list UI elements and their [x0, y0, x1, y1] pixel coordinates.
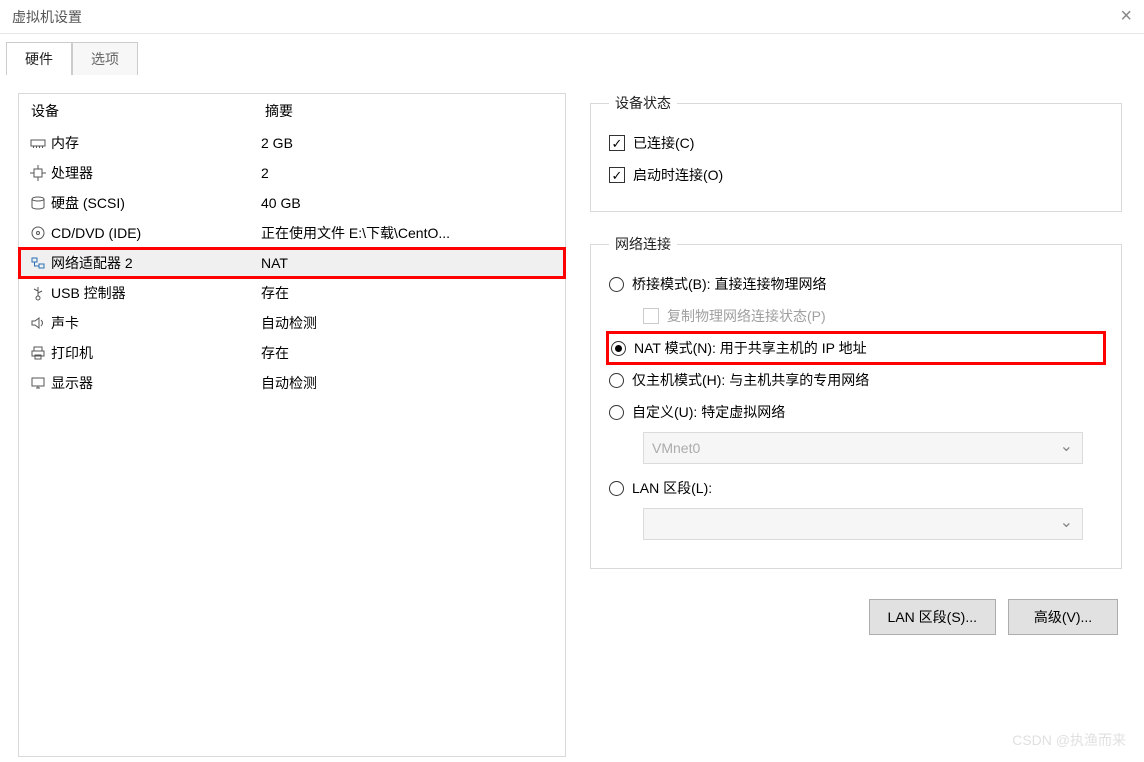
- radio-icon: [609, 277, 624, 292]
- header-summary: 摘要: [265, 101, 555, 121]
- device-list-pane: 设备 摘要 内存2 GB处理器2硬盘 (SCSI)40 GBCD/DVD (ID…: [18, 93, 566, 757]
- network-connection-group: 网络连接 桥接模式(B): 直接连接物理网络 复制物理网络连接状态(P) NAT…: [590, 234, 1122, 569]
- custom-vmnet-select: VMnet0: [643, 432, 1083, 464]
- custom-label: 自定义(U): 特定虚拟网络: [632, 402, 785, 422]
- device-status-group: 设备状态 已连接(C) 启动时连接(O): [590, 93, 1122, 212]
- device-name: 显示器: [49, 373, 261, 393]
- device-summary: 40 GB: [261, 195, 559, 211]
- lan-segment-label: LAN 区段(L):: [632, 478, 712, 498]
- radio-icon: [611, 341, 626, 356]
- custom-select-row: VMnet0: [643, 432, 1103, 464]
- device-name: CD/DVD (IDE): [49, 225, 261, 241]
- device-row[interactable]: USB 控制器存在: [19, 278, 565, 308]
- printer-icon: [27, 345, 49, 361]
- device-list-header: 设备 摘要: [19, 94, 565, 128]
- radio-bridged[interactable]: 桥接模式(B): 直接连接物理网络: [609, 268, 1103, 300]
- title-bar: 虚拟机设置 ×: [0, 0, 1144, 34]
- device-name: USB 控制器: [49, 283, 261, 303]
- window-title: 虚拟机设置: [12, 7, 82, 27]
- checkbox-icon: [609, 135, 625, 151]
- radio-icon: [609, 481, 624, 496]
- main-content: 设备 摘要 内存2 GB处理器2硬盘 (SCSI)40 GBCD/DVD (ID…: [0, 75, 1144, 757]
- memory-icon: [27, 135, 49, 151]
- device-name: 打印机: [49, 343, 261, 363]
- tab-options[interactable]: 选项: [72, 42, 138, 75]
- tabs: 硬件 选项: [0, 34, 1144, 75]
- device-summary: 2 GB: [261, 135, 559, 151]
- network-icon: [27, 255, 49, 271]
- replicate-label: 复制物理网络连接状态(P): [667, 306, 826, 326]
- device-row[interactable]: 显示器自动检测: [19, 368, 565, 398]
- device-name: 内存: [49, 133, 261, 153]
- watermark: CSDN @执渔而来: [1012, 730, 1126, 750]
- disk-icon: [27, 195, 49, 211]
- connected-checkbox-row[interactable]: 已连接(C): [609, 127, 1103, 159]
- replicate-checkbox-row: 复制物理网络连接状态(P): [643, 300, 1103, 332]
- device-summary: 存在: [261, 283, 559, 303]
- device-row[interactable]: 打印机存在: [19, 338, 565, 368]
- bridged-label: 桥接模式(B): 直接连接物理网络: [632, 274, 826, 294]
- connect-at-poweron-label: 启动时连接(O): [633, 165, 723, 185]
- device-summary: NAT: [261, 255, 559, 271]
- device-summary: 自动检测: [261, 313, 559, 333]
- device-row[interactable]: 处理器2: [19, 158, 565, 188]
- device-summary: 2: [261, 165, 559, 181]
- header-device: 设备: [31, 101, 265, 121]
- device-summary: 正在使用文件 E:\下载\CentO...: [261, 223, 559, 243]
- device-row[interactable]: 网络适配器 2NAT: [19, 248, 565, 278]
- device-summary: 存在: [261, 343, 559, 363]
- device-status-legend: 设备状态: [609, 93, 677, 113]
- lan-segment-select: [643, 508, 1083, 540]
- button-row: LAN 区段(S)... 高级(V)...: [590, 591, 1122, 635]
- cpu-icon: [27, 165, 49, 181]
- device-row[interactable]: CD/DVD (IDE)正在使用文件 E:\下载\CentO...: [19, 218, 565, 248]
- close-icon[interactable]: ×: [1092, 5, 1132, 28]
- device-name: 声卡: [49, 313, 261, 333]
- device-list: 内存2 GB处理器2硬盘 (SCSI)40 GBCD/DVD (IDE)正在使用…: [19, 128, 565, 398]
- display-icon: [27, 375, 49, 391]
- device-row[interactable]: 声卡自动检测: [19, 308, 565, 338]
- checkbox-icon: [643, 308, 659, 324]
- settings-pane: 设备状态 已连接(C) 启动时连接(O) 网络连接 桥接模式(B): 直接连接物…: [586, 93, 1126, 757]
- device-name: 网络适配器 2: [49, 253, 261, 273]
- radio-custom[interactable]: 自定义(U): 特定虚拟网络: [609, 396, 1103, 428]
- tab-hardware[interactable]: 硬件: [6, 42, 72, 75]
- hostonly-label: 仅主机模式(H): 与主机共享的专用网络: [632, 370, 869, 390]
- checkbox-icon: [609, 167, 625, 183]
- sound-icon: [27, 315, 49, 331]
- cd-icon: [27, 225, 49, 241]
- connected-label: 已连接(C): [633, 133, 694, 153]
- network-connection-legend: 网络连接: [609, 234, 677, 254]
- advanced-button[interactable]: 高级(V)...: [1008, 599, 1118, 635]
- radio-hostonly[interactable]: 仅主机模式(H): 与主机共享的专用网络: [609, 364, 1103, 396]
- connect-at-poweron-checkbox-row[interactable]: 启动时连接(O): [609, 159, 1103, 191]
- device-row[interactable]: 内存2 GB: [19, 128, 565, 158]
- lan-select-row: [643, 508, 1103, 540]
- radio-lan-segment[interactable]: LAN 区段(L):: [609, 472, 1103, 504]
- lan-segments-button[interactable]: LAN 区段(S)...: [869, 599, 996, 635]
- nat-label: NAT 模式(N): 用于共享主机的 IP 地址: [634, 338, 867, 358]
- radio-icon: [609, 373, 624, 388]
- device-name: 硬盘 (SCSI): [49, 193, 261, 213]
- device-row[interactable]: 硬盘 (SCSI)40 GB: [19, 188, 565, 218]
- radio-icon: [609, 405, 624, 420]
- device-name: 处理器: [49, 163, 261, 183]
- device-summary: 自动检测: [261, 373, 559, 393]
- usb-icon: [27, 285, 49, 301]
- radio-nat[interactable]: NAT 模式(N): 用于共享主机的 IP 地址: [609, 334, 1103, 362]
